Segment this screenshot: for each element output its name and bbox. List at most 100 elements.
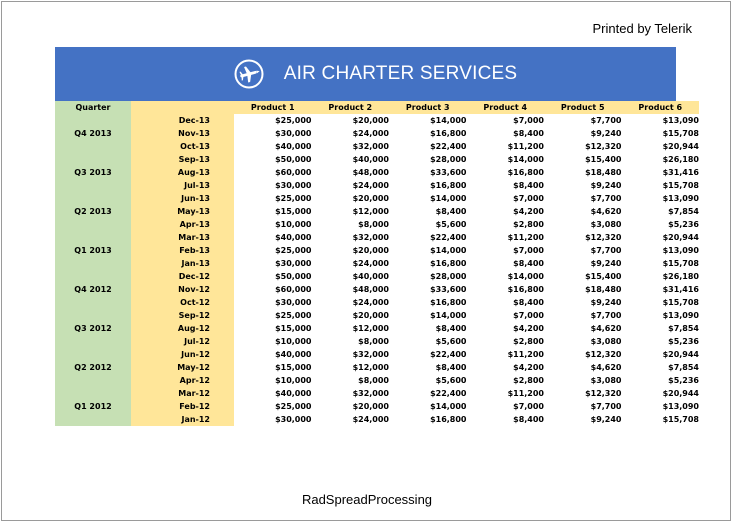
product-4-cell: $8,400 bbox=[513, 129, 544, 138]
table-row: Q2 2012 May-12 $15,000 $12,000 $8,400 $4,200 $… bbox=[55, 361, 699, 374]
quarter-cell: Q4 2012 bbox=[55, 283, 131, 296]
month-cell: Dec-12 bbox=[131, 270, 234, 283]
product-5-cell: $4,620 bbox=[590, 324, 622, 333]
product-3-cell: $8,400 bbox=[435, 324, 467, 333]
header-product-3: Product 3 bbox=[389, 101, 467, 114]
table-row: Q4 2013 Nov-13 $30,000 $24,000 $16,800 $8,400… bbox=[55, 127, 699, 140]
month-cell: Jun-13 bbox=[131, 192, 234, 205]
quarter-cell bbox=[55, 179, 131, 192]
product-6-cell: $13,090 bbox=[662, 402, 699, 411]
product-6-cell: $7,854 bbox=[668, 207, 699, 216]
product-2-cell: $24,000 bbox=[352, 415, 389, 424]
printed-by-label: Printed by Telerik bbox=[592, 21, 692, 36]
product-1-cell: $15,000 bbox=[275, 324, 312, 333]
product-3-cell: $5,600 bbox=[435, 337, 467, 346]
product-5-cell: $9,240 bbox=[590, 129, 622, 138]
table-row: Apr-13 $10,000 $8,000 $5,600 $2,800 $3,080 $5,… bbox=[55, 218, 699, 231]
product-1-cell: $50,000 bbox=[275, 272, 312, 281]
product-2-cell: $24,000 bbox=[352, 298, 389, 307]
quarter-cell bbox=[55, 140, 131, 153]
table-row: Jul-13 $30,000 $24,000 $16,800 $8,400 $9,240 $… bbox=[55, 179, 699, 192]
product-5-cell: $9,240 bbox=[590, 298, 622, 307]
table-row: Mar-12 $40,000 $32,000 $22,400 $11,200 $12,32… bbox=[55, 387, 699, 400]
product-4-cell: $8,400 bbox=[513, 181, 544, 190]
product-3-cell: $5,600 bbox=[435, 376, 467, 385]
quarter-cell bbox=[55, 114, 131, 127]
product-2-cell: $32,000 bbox=[352, 350, 389, 359]
product-3-cell: $16,800 bbox=[430, 129, 467, 138]
product-3-cell: $28,000 bbox=[430, 272, 467, 281]
product-1-cell: $10,000 bbox=[275, 337, 312, 346]
sales-table: Quarter Product 1 Product 2 Product 3 Pr… bbox=[55, 101, 699, 426]
product-2-cell: $20,000 bbox=[352, 116, 389, 125]
product-2-cell: $32,000 bbox=[352, 389, 389, 398]
table-row: Oct-13 $40,000 $32,000 $22,400 $11,200 $12,32… bbox=[55, 140, 699, 153]
header-product-1: Product 1 bbox=[234, 101, 312, 114]
product-4-cell: $7,000 bbox=[513, 116, 544, 125]
product-5-cell: $3,080 bbox=[590, 376, 622, 385]
month-cell: Oct-12 bbox=[131, 296, 234, 309]
table-row: Oct-12 $30,000 $24,000 $16,800 $8,400 $9,240 $… bbox=[55, 296, 699, 309]
table-row: Dec-12 $50,000 $40,000 $28,000 $14,000 $15,40… bbox=[55, 270, 699, 283]
quarter-cell bbox=[55, 387, 131, 400]
product-1-cell: $25,000 bbox=[275, 311, 312, 320]
product-2-cell: $8,000 bbox=[358, 220, 389, 229]
product-4-cell: $14,000 bbox=[507, 272, 544, 281]
product-2-cell: $32,000 bbox=[352, 233, 389, 242]
product-3-cell: $16,800 bbox=[430, 415, 467, 424]
product-3-cell: $16,800 bbox=[430, 259, 467, 268]
month-cell: Mar-12 bbox=[131, 387, 234, 400]
quarter-cell bbox=[55, 231, 131, 244]
product-5-cell: $7,700 bbox=[590, 402, 622, 411]
month-cell: Feb-12 bbox=[131, 400, 234, 413]
product-1-cell: $10,000 bbox=[275, 376, 312, 385]
quarter-cell bbox=[55, 153, 131, 166]
product-5-cell: $4,620 bbox=[590, 363, 622, 372]
product-1-cell: $60,000 bbox=[275, 285, 312, 294]
product-2-cell: $12,000 bbox=[352, 363, 389, 372]
product-6-cell: $20,944 bbox=[662, 350, 699, 359]
airplane-icon bbox=[234, 59, 264, 89]
product-4-cell: $16,800 bbox=[507, 285, 544, 294]
table-row: Q3 2013 Aug-13 $60,000 $48,000 $33,600 $16,80… bbox=[55, 166, 699, 179]
product-3-cell: $33,600 bbox=[430, 285, 467, 294]
table-row: Jun-12 $40,000 $32,000 $22,400 $11,200 $12,32… bbox=[55, 348, 699, 361]
product-4-cell: $11,200 bbox=[507, 389, 544, 398]
product-6-cell: $7,854 bbox=[668, 324, 699, 333]
table-row: Q1 2013 Feb-13 $25,000 $20,000 $14,000 $7,000… bbox=[55, 244, 699, 257]
header-month bbox=[131, 101, 234, 114]
header-quarter: Quarter bbox=[55, 101, 131, 114]
product-2-cell: $48,000 bbox=[352, 285, 389, 294]
month-cell: May-13 bbox=[131, 205, 234, 218]
product-1-cell: $30,000 bbox=[275, 129, 312, 138]
quarter-cell: Q1 2012 bbox=[55, 400, 131, 413]
table-row: Jun-13 $25,000 $20,000 $14,000 $7,000 $7,700 $… bbox=[55, 192, 699, 205]
product-1-cell: $25,000 bbox=[275, 116, 312, 125]
product-2-cell: $40,000 bbox=[352, 155, 389, 164]
table-row: Jul-12 $10,000 $8,000 $5,600 $2,800 $3,080 $5,… bbox=[55, 335, 699, 348]
product-1-cell: $25,000 bbox=[275, 402, 312, 411]
quarter-cell bbox=[55, 296, 131, 309]
product-6-cell: $13,090 bbox=[662, 311, 699, 320]
quarter-cell bbox=[55, 309, 131, 322]
product-3-cell: $8,400 bbox=[435, 207, 467, 216]
quarter-cell: Q2 2013 bbox=[55, 205, 131, 218]
product-4-cell: $4,200 bbox=[513, 324, 544, 333]
product-2-cell: $20,000 bbox=[352, 194, 389, 203]
product-2-cell: $8,000 bbox=[358, 376, 389, 385]
month-cell: Mar-13 bbox=[131, 231, 234, 244]
product-4-cell: $7,000 bbox=[513, 311, 544, 320]
product-6-cell: $13,090 bbox=[662, 116, 699, 125]
quarter-cell bbox=[55, 348, 131, 361]
quarter-cell bbox=[55, 218, 131, 231]
product-6-cell: $15,708 bbox=[662, 415, 699, 424]
quarter-cell: Q2 2012 bbox=[55, 361, 131, 374]
product-1-cell: $30,000 bbox=[275, 415, 312, 424]
product-1-cell: $60,000 bbox=[275, 168, 312, 177]
product-3-cell: $8,400 bbox=[435, 363, 467, 372]
product-6-cell: $15,708 bbox=[662, 181, 699, 190]
product-3-cell: $5,600 bbox=[435, 220, 467, 229]
quarter-cell: Q3 2013 bbox=[55, 166, 131, 179]
month-cell: Oct-13 bbox=[131, 140, 234, 153]
product-4-cell: $4,200 bbox=[513, 363, 544, 372]
